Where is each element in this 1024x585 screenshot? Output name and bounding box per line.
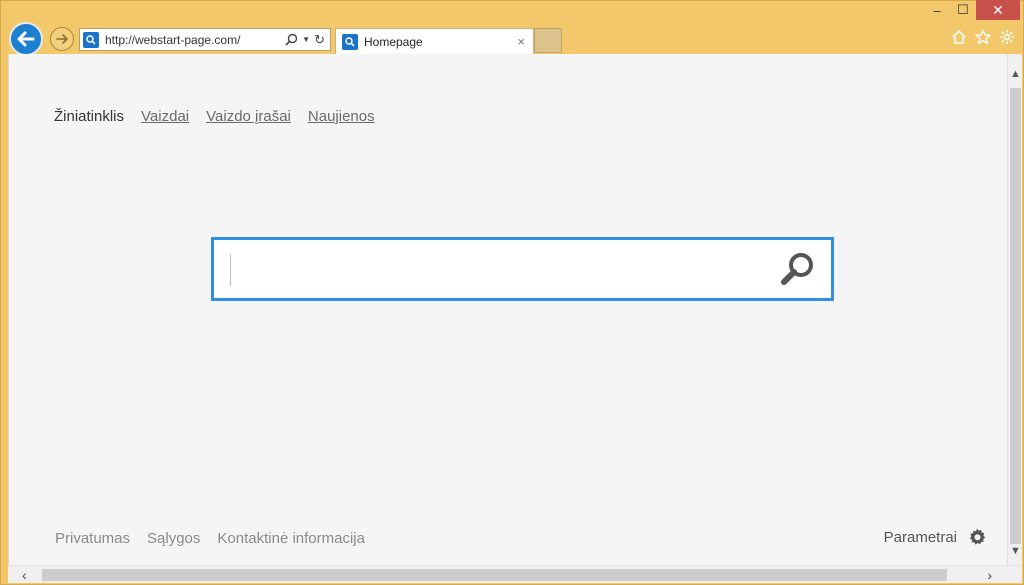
settings-gear-icon[interactable] [998, 28, 1016, 46]
address-bar[interactable]: http://webstart-page.com/ ▼ ↻ [79, 28, 331, 51]
minimize-button[interactable]: – [924, 0, 950, 20]
nav-images[interactable]: Vaizdai [141, 108, 189, 125]
favorites-star-icon[interactable] [974, 28, 992, 46]
settings-label: Parametrai [883, 528, 957, 546]
tab-homepage[interactable]: Homepage × [335, 28, 534, 54]
search-icon[interactable] [285, 33, 298, 46]
search-vertical-nav: Žiniatinklis Vaizdai Vaizdo įrašai Nauji… [54, 108, 375, 125]
back-button[interactable] [9, 22, 43, 56]
refresh-icon[interactable]: ↻ [314, 32, 325, 48]
footer-terms-link[interactable]: Sąlygos [147, 530, 200, 547]
search-box[interactable] [211, 237, 834, 301]
gear-icon [969, 528, 986, 545]
nav-videos[interactable]: Vaizdo įrašai [206, 108, 291, 125]
scroll-right-icon[interactable]: › [987, 567, 992, 583]
dropdown-arrow-icon[interactable]: ▼ [302, 35, 310, 44]
maximize-button[interactable]: ☐ [950, 0, 976, 20]
nav-news[interactable]: Naujienos [308, 108, 375, 125]
arrow-left-icon [17, 31, 35, 47]
horizontal-scrollbar[interactable]: ‹ › [8, 565, 1022, 583]
arrow-right-icon [56, 34, 68, 44]
nav-web[interactable]: Žiniatinklis [54, 108, 124, 125]
scroll-up-icon[interactable]: ▲ [1010, 68, 1021, 80]
tab-favicon-icon [342, 33, 358, 50]
page-content [8, 54, 1007, 565]
toolbar-icons [950, 28, 1016, 46]
forward-button[interactable] [50, 27, 74, 51]
vertical-scroll-thumb[interactable] [1010, 88, 1021, 544]
scroll-down-icon[interactable]: ▼ [1010, 545, 1021, 557]
scroll-left-icon[interactable]: ‹ [22, 567, 27, 583]
window-controls: – ☐ ✕ [924, 0, 1020, 22]
close-tab-icon[interactable]: × [517, 34, 525, 49]
search-icon[interactable] [779, 250, 817, 288]
home-icon[interactable] [950, 28, 968, 46]
address-url[interactable]: http://webstart-page.com/ [105, 33, 285, 47]
vertical-scrollbar[interactable]: ▲ ▼ [1007, 54, 1022, 565]
horizontal-scroll-thumb[interactable] [42, 569, 947, 581]
footer-contact-link[interactable]: Kontaktinė informacija [217, 530, 365, 547]
tab-label: Homepage [364, 34, 423, 49]
settings-button[interactable]: Parametrai [884, 527, 987, 547]
footer-privacy-link[interactable]: Privatumas [55, 530, 130, 547]
close-window-button[interactable]: ✕ [976, 0, 1020, 20]
text-caret [230, 254, 231, 286]
footer-links: Privatumas Sąlygos Kontaktinė informacij… [55, 530, 365, 547]
new-tab-button[interactable] [534, 28, 562, 53]
site-favicon-icon [83, 31, 99, 48]
